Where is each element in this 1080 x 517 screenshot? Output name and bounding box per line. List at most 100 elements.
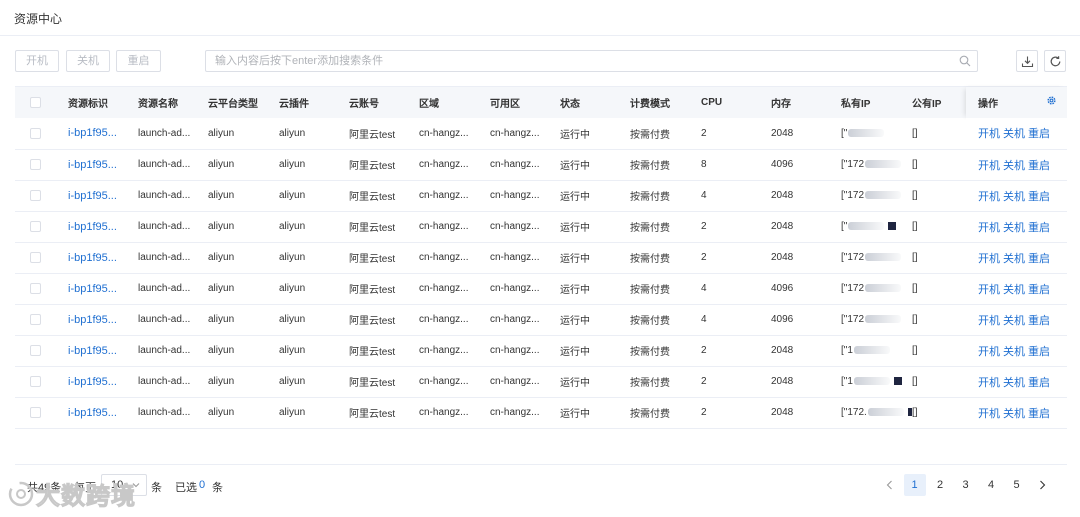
row-power-off-link[interactable]: 关机: [1003, 315, 1025, 327]
next-page-button[interactable]: [1031, 474, 1053, 496]
column-header[interactable]: 云账号: [349, 87, 419, 118]
row-power-off-link[interactable]: 关机: [1003, 191, 1025, 203]
cell-cpu: 2: [701, 335, 771, 367]
row-power-off-link[interactable]: 关机: [1003, 346, 1025, 358]
row-power-off-link[interactable]: 关机: [1003, 408, 1025, 420]
row-restart-link[interactable]: 重启: [1028, 191, 1050, 203]
gear-icon[interactable]: [1046, 95, 1057, 106]
row-checkbox[interactable]: [30, 158, 41, 170]
row-checkbox[interactable]: [30, 189, 41, 201]
page-button-5[interactable]: 5: [1006, 474, 1028, 496]
column-header[interactable]: 云平台类型: [208, 87, 279, 118]
download-button[interactable]: [1016, 50, 1038, 72]
table-row[interactable]: i-bp1f95... launch-ad... aliyun aliyun 阿里云te…: [15, 242, 1067, 274]
chevron-right-icon: [1039, 480, 1045, 490]
row-checkbox[interactable]: [30, 251, 41, 263]
row-power-on-link[interactable]: 开机: [978, 346, 1000, 358]
page-button-1[interactable]: 1: [903, 474, 926, 496]
resource-id-link[interactable]: i-bp1f95...: [68, 273, 138, 305]
row-power-on-link[interactable]: 开机: [978, 284, 1000, 296]
redaction-blur: [853, 346, 890, 355]
row-power-off-link[interactable]: 关机: [1003, 222, 1025, 234]
column-header[interactable]: 公有IP: [912, 87, 966, 118]
row-checkbox[interactable]: [30, 220, 41, 232]
row-power-on-link[interactable]: 开机: [978, 191, 1000, 203]
row-restart-link[interactable]: 重启: [1028, 160, 1050, 172]
row-power-off-link[interactable]: 关机: [1003, 160, 1025, 172]
table-row[interactable]: i-bp1f95... launch-ad... aliyun aliyun 阿里云te…: [15, 273, 1067, 305]
row-restart-link[interactable]: 重启: [1028, 128, 1050, 140]
row-power-on-link[interactable]: 开机: [978, 253, 1000, 265]
row-power-off-link[interactable]: 关机: [1003, 253, 1025, 265]
page-button-3[interactable]: 3: [955, 474, 977, 496]
row-restart-link[interactable]: 重启: [1028, 253, 1050, 265]
search-input[interactable]: [206, 51, 977, 71]
cell-billing: 按需付费: [630, 180, 701, 212]
row-checkbox[interactable]: [30, 127, 41, 139]
table-row[interactable]: i-bp1f95... launch-ad... aliyun aliyun 阿里云te…: [15, 211, 1067, 243]
column-header[interactable]: 状态: [560, 87, 630, 118]
column-header[interactable]: 可用区: [490, 87, 560, 118]
resource-id-link[interactable]: i-bp1f95...: [68, 180, 138, 212]
cell-public-ip: []: [912, 335, 966, 367]
row-restart-link[interactable]: 重启: [1028, 315, 1050, 327]
page-button-4[interactable]: 4: [980, 474, 1002, 496]
column-header[interactable]: 云插件: [279, 87, 349, 118]
resource-id-link[interactable]: i-bp1f95...: [68, 335, 138, 367]
row-restart-link[interactable]: 重启: [1028, 377, 1050, 389]
table-row[interactable]: i-bp1f95... launch-ad... aliyun aliyun 阿里云te…: [15, 180, 1067, 212]
row-power-on-link[interactable]: 开机: [978, 128, 1000, 140]
resource-id-link[interactable]: i-bp1f95...: [68, 242, 138, 274]
row-power-off-link[interactable]: 关机: [1003, 128, 1025, 140]
column-header[interactable]: CPU: [701, 87, 771, 118]
row-checkbox[interactable]: [30, 344, 41, 356]
page-button-2[interactable]: 2: [929, 474, 951, 496]
resource-id-link[interactable]: i-bp1f95...: [68, 366, 138, 398]
row-checkbox[interactable]: [30, 406, 41, 418]
row-power-off-link[interactable]: 关机: [1003, 284, 1025, 296]
row-power-on-link[interactable]: 开机: [978, 160, 1000, 172]
table-row[interactable]: i-bp1f95... launch-ad... aliyun aliyun 阿里云te…: [15, 304, 1067, 336]
row-power-off-link[interactable]: 关机: [1003, 377, 1025, 389]
row-restart-link[interactable]: 重启: [1028, 346, 1050, 358]
row-checkbox[interactable]: [30, 313, 41, 325]
restart-button[interactable]: 重启: [116, 50, 161, 72]
resource-id-link[interactable]: i-bp1f95...: [68, 304, 138, 336]
search-icon[interactable]: [959, 55, 971, 67]
row-checkbox[interactable]: [30, 375, 41, 387]
cell-private-ip: ["172: [841, 304, 912, 336]
row-restart-link[interactable]: 重启: [1028, 284, 1050, 296]
column-header[interactable]: 私有IP: [841, 87, 912, 118]
cell-zone: cn-hangz...: [490, 211, 560, 243]
table-row[interactable]: i-bp1f95... launch-ad... aliyun aliyun 阿里云te…: [15, 335, 1067, 367]
row-power-on-link[interactable]: 开机: [978, 408, 1000, 420]
row-power-on-link[interactable]: 开机: [978, 377, 1000, 389]
chevron-left-icon: [886, 480, 892, 490]
private-ip-text: [": [841, 127, 848, 139]
power-on-button[interactable]: 开机: [15, 50, 59, 72]
column-header[interactable]: 资源名称: [138, 87, 208, 118]
row-restart-link[interactable]: 重启: [1028, 222, 1050, 234]
cell-private-ip: ["172: [841, 149, 912, 181]
row-power-on-link[interactable]: 开机: [978, 315, 1000, 327]
column-header[interactable]: 资源标识: [68, 87, 138, 118]
column-header[interactable]: 内存: [771, 87, 841, 118]
row-checkbox[interactable]: [30, 282, 41, 294]
select-all-checkbox[interactable]: [30, 96, 41, 108]
power-off-button[interactable]: 关机: [66, 50, 110, 72]
column-header[interactable]: 计费模式: [630, 87, 701, 118]
row-power-on-link[interactable]: 开机: [978, 222, 1000, 234]
resource-id-link[interactable]: i-bp1f95...: [68, 211, 138, 243]
resource-id-link[interactable]: i-bp1f95...: [68, 397, 138, 429]
resource-id-link[interactable]: i-bp1f95...: [68, 118, 138, 150]
page-size-select[interactable]: 10: [101, 474, 147, 496]
prev-page-button[interactable]: [878, 474, 900, 496]
table-row[interactable]: i-bp1f95... launch-ad... aliyun aliyun 阿里云te…: [15, 118, 1067, 150]
table-row[interactable]: i-bp1f95... launch-ad... aliyun aliyun 阿里云te…: [15, 366, 1067, 398]
column-header[interactable]: 区域: [419, 87, 490, 118]
table-row[interactable]: i-bp1f95... launch-ad... aliyun aliyun 阿里云te…: [15, 149, 1067, 181]
row-restart-link[interactable]: 重启: [1028, 408, 1050, 420]
table-row[interactable]: i-bp1f95... launch-ad... aliyun aliyun 阿里云te…: [15, 397, 1067, 429]
refresh-button[interactable]: [1044, 50, 1066, 72]
resource-id-link[interactable]: i-bp1f95...: [68, 149, 138, 181]
